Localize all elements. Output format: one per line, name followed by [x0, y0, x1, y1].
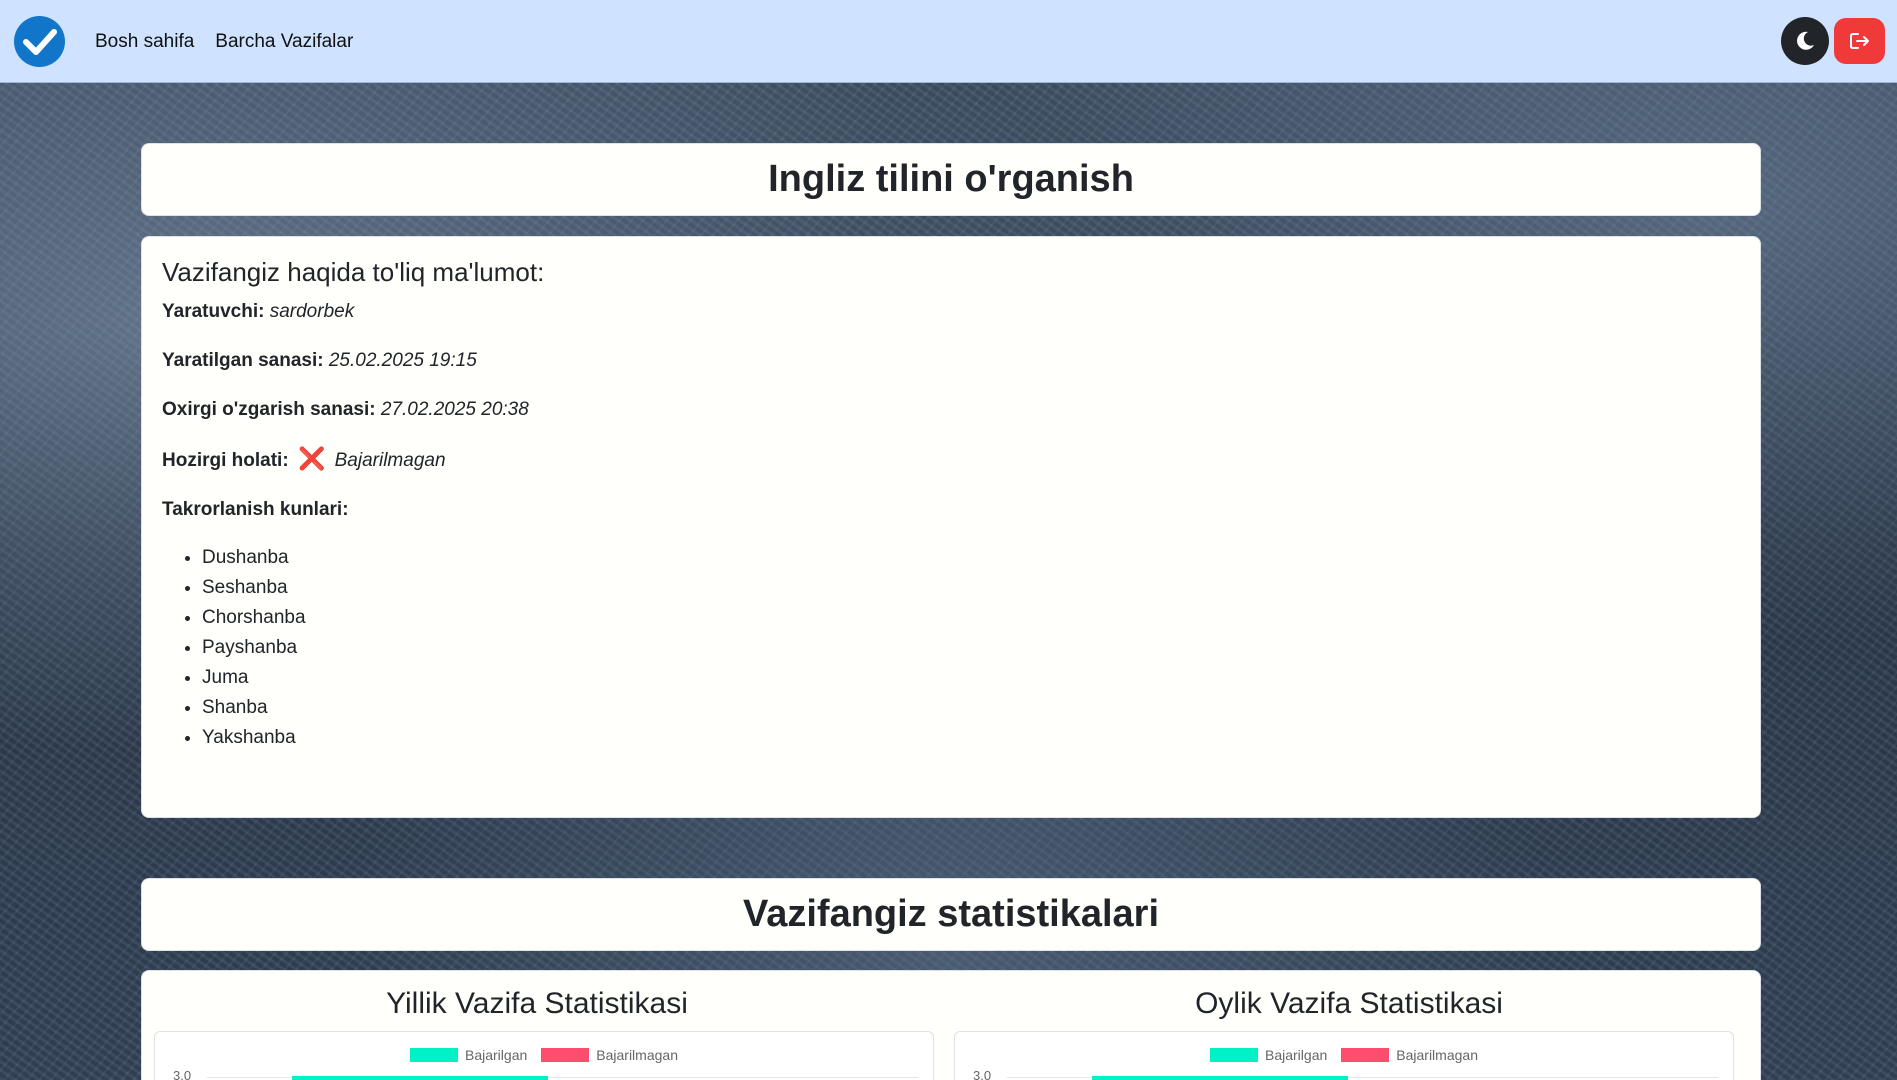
legend-swatch-not-done: [541, 1048, 590, 1062]
legend-item-not-done[interactable]: Bajarilmagan: [1341, 1047, 1478, 1063]
logout-icon: [1849, 33, 1869, 49]
cross-icon: ❌: [297, 446, 326, 471]
status-row: Hozirgi holati: ❌ Bajarilmagan: [162, 447, 1740, 473]
legend-swatch-not-done: [1341, 1048, 1390, 1062]
bar-done: [292, 1076, 548, 1080]
brand-check-svg: [22, 28, 57, 55]
legend-item-done[interactable]: Bajarilgan: [410, 1047, 527, 1063]
moon-icon: [1797, 31, 1814, 50]
modified-label: Oxirgi o'zgarish sanasi:: [162, 399, 376, 420]
list-item: Dushanba: [202, 543, 1740, 573]
bar-done: [1092, 1076, 1348, 1080]
nav-links: Bosh sahifa Barcha Vazifalar: [95, 0, 353, 83]
yearly-chart-title: Yillik Vazifa Statistikasi: [386, 987, 688, 1020]
check-circle-icon[interactable]: [14, 16, 65, 67]
created-label: Yaratilgan sanasi:: [162, 350, 324, 371]
theme-toggle-button[interactable]: [1781, 17, 1829, 65]
legend-item-done[interactable]: Bajarilgan: [1210, 1047, 1327, 1063]
nav-link-all-tasks[interactable]: Barcha Vazifalar: [215, 31, 353, 53]
list-item: Yakshanba: [202, 723, 1740, 753]
created-row: Yaratilgan sanasi: 25.02.2025 19:15: [162, 349, 1740, 373]
list-item: Chorshanba: [202, 603, 1740, 633]
yearly-chart-section: Yillik Vazifa Statistikasi Bajarilgan Ba…: [142, 971, 934, 1080]
navbar: Bosh sahifa Barcha Vazifalar: [0, 0, 1897, 83]
repeat-row: Takrorlanish kunlari:: [162, 498, 1740, 522]
logout-button[interactable]: [1834, 18, 1885, 64]
task-title: Ingliz tilini o'rganish: [768, 158, 1134, 200]
stats-title: Vazifangiz statistikalari: [742, 893, 1160, 935]
status-label: Hozirgi holati:: [162, 450, 289, 471]
repeat-label: Takrorlanish kunlari:: [162, 499, 349, 520]
creator-row: Yaratuvchi: sardorbek: [162, 300, 1740, 324]
monthly-chart-legend: Bajarilgan Bajarilmagan: [955, 1047, 1733, 1063]
legend-swatch-done: [1210, 1048, 1258, 1062]
created-value: 25.02.2025 19:15: [328, 350, 477, 371]
legend-item-not-done[interactable]: Bajarilmagan: [541, 1047, 678, 1063]
legend-label-not-done: Bajarilmagan: [596, 1047, 678, 1063]
legend-swatch-done: [410, 1048, 458, 1062]
creator-label: Yaratuvchi:: [162, 301, 265, 322]
modified-value: 27.02.2025 20:38: [380, 399, 529, 420]
legend-label-done: Bajarilgan: [1265, 1047, 1328, 1063]
info-heading: Vazifangiz haqida to'liq ma'lumot:: [162, 257, 545, 287]
y-tick-label: 3.0: [173, 1068, 192, 1080]
nav-link-home[interactable]: Bosh sahifa: [95, 31, 194, 53]
monthly-chart-section: Oylik Vazifa Statistikasi Bajarilgan Baj…: [954, 971, 1744, 1080]
stats-title-card: Vazifangiz statistikalari: [141, 878, 1761, 951]
stats-charts-card: Yillik Vazifa Statistikasi Bajarilgan Ba…: [141, 970, 1761, 1080]
list-item: Juma: [202, 663, 1740, 693]
list-item: Shanba: [202, 693, 1740, 723]
monthly-chart: Bajarilgan Bajarilmagan 3.0: [954, 1031, 1734, 1080]
y-tick-label: 3.0: [973, 1068, 992, 1080]
repeat-days-list: Dushanba Seshanba Chorshanba Payshanba J…: [202, 543, 1740, 753]
status-value: Bajarilmagan: [334, 450, 446, 471]
yearly-chart: Bajarilgan Bajarilmagan 3.0: [154, 1031, 934, 1080]
list-item: Seshanba: [202, 573, 1740, 603]
creator-value: sardorbek: [269, 301, 355, 322]
task-title-card: Ingliz tilini o'rganish: [141, 143, 1761, 216]
yearly-chart-legend: Bajarilgan Bajarilmagan: [155, 1047, 933, 1063]
list-item: Payshanba: [202, 633, 1740, 663]
task-info-card: Vazifangiz haqida to'liq ma'lumot: Yarat…: [141, 236, 1761, 818]
legend-label-not-done: Bajarilmagan: [1396, 1047, 1478, 1063]
monthly-chart-title: Oylik Vazifa Statistikasi: [1195, 987, 1503, 1020]
modified-row: Oxirgi o'zgarish sanasi: 27.02.2025 20:3…: [162, 398, 1740, 422]
legend-label-done: Bajarilgan: [465, 1047, 528, 1063]
